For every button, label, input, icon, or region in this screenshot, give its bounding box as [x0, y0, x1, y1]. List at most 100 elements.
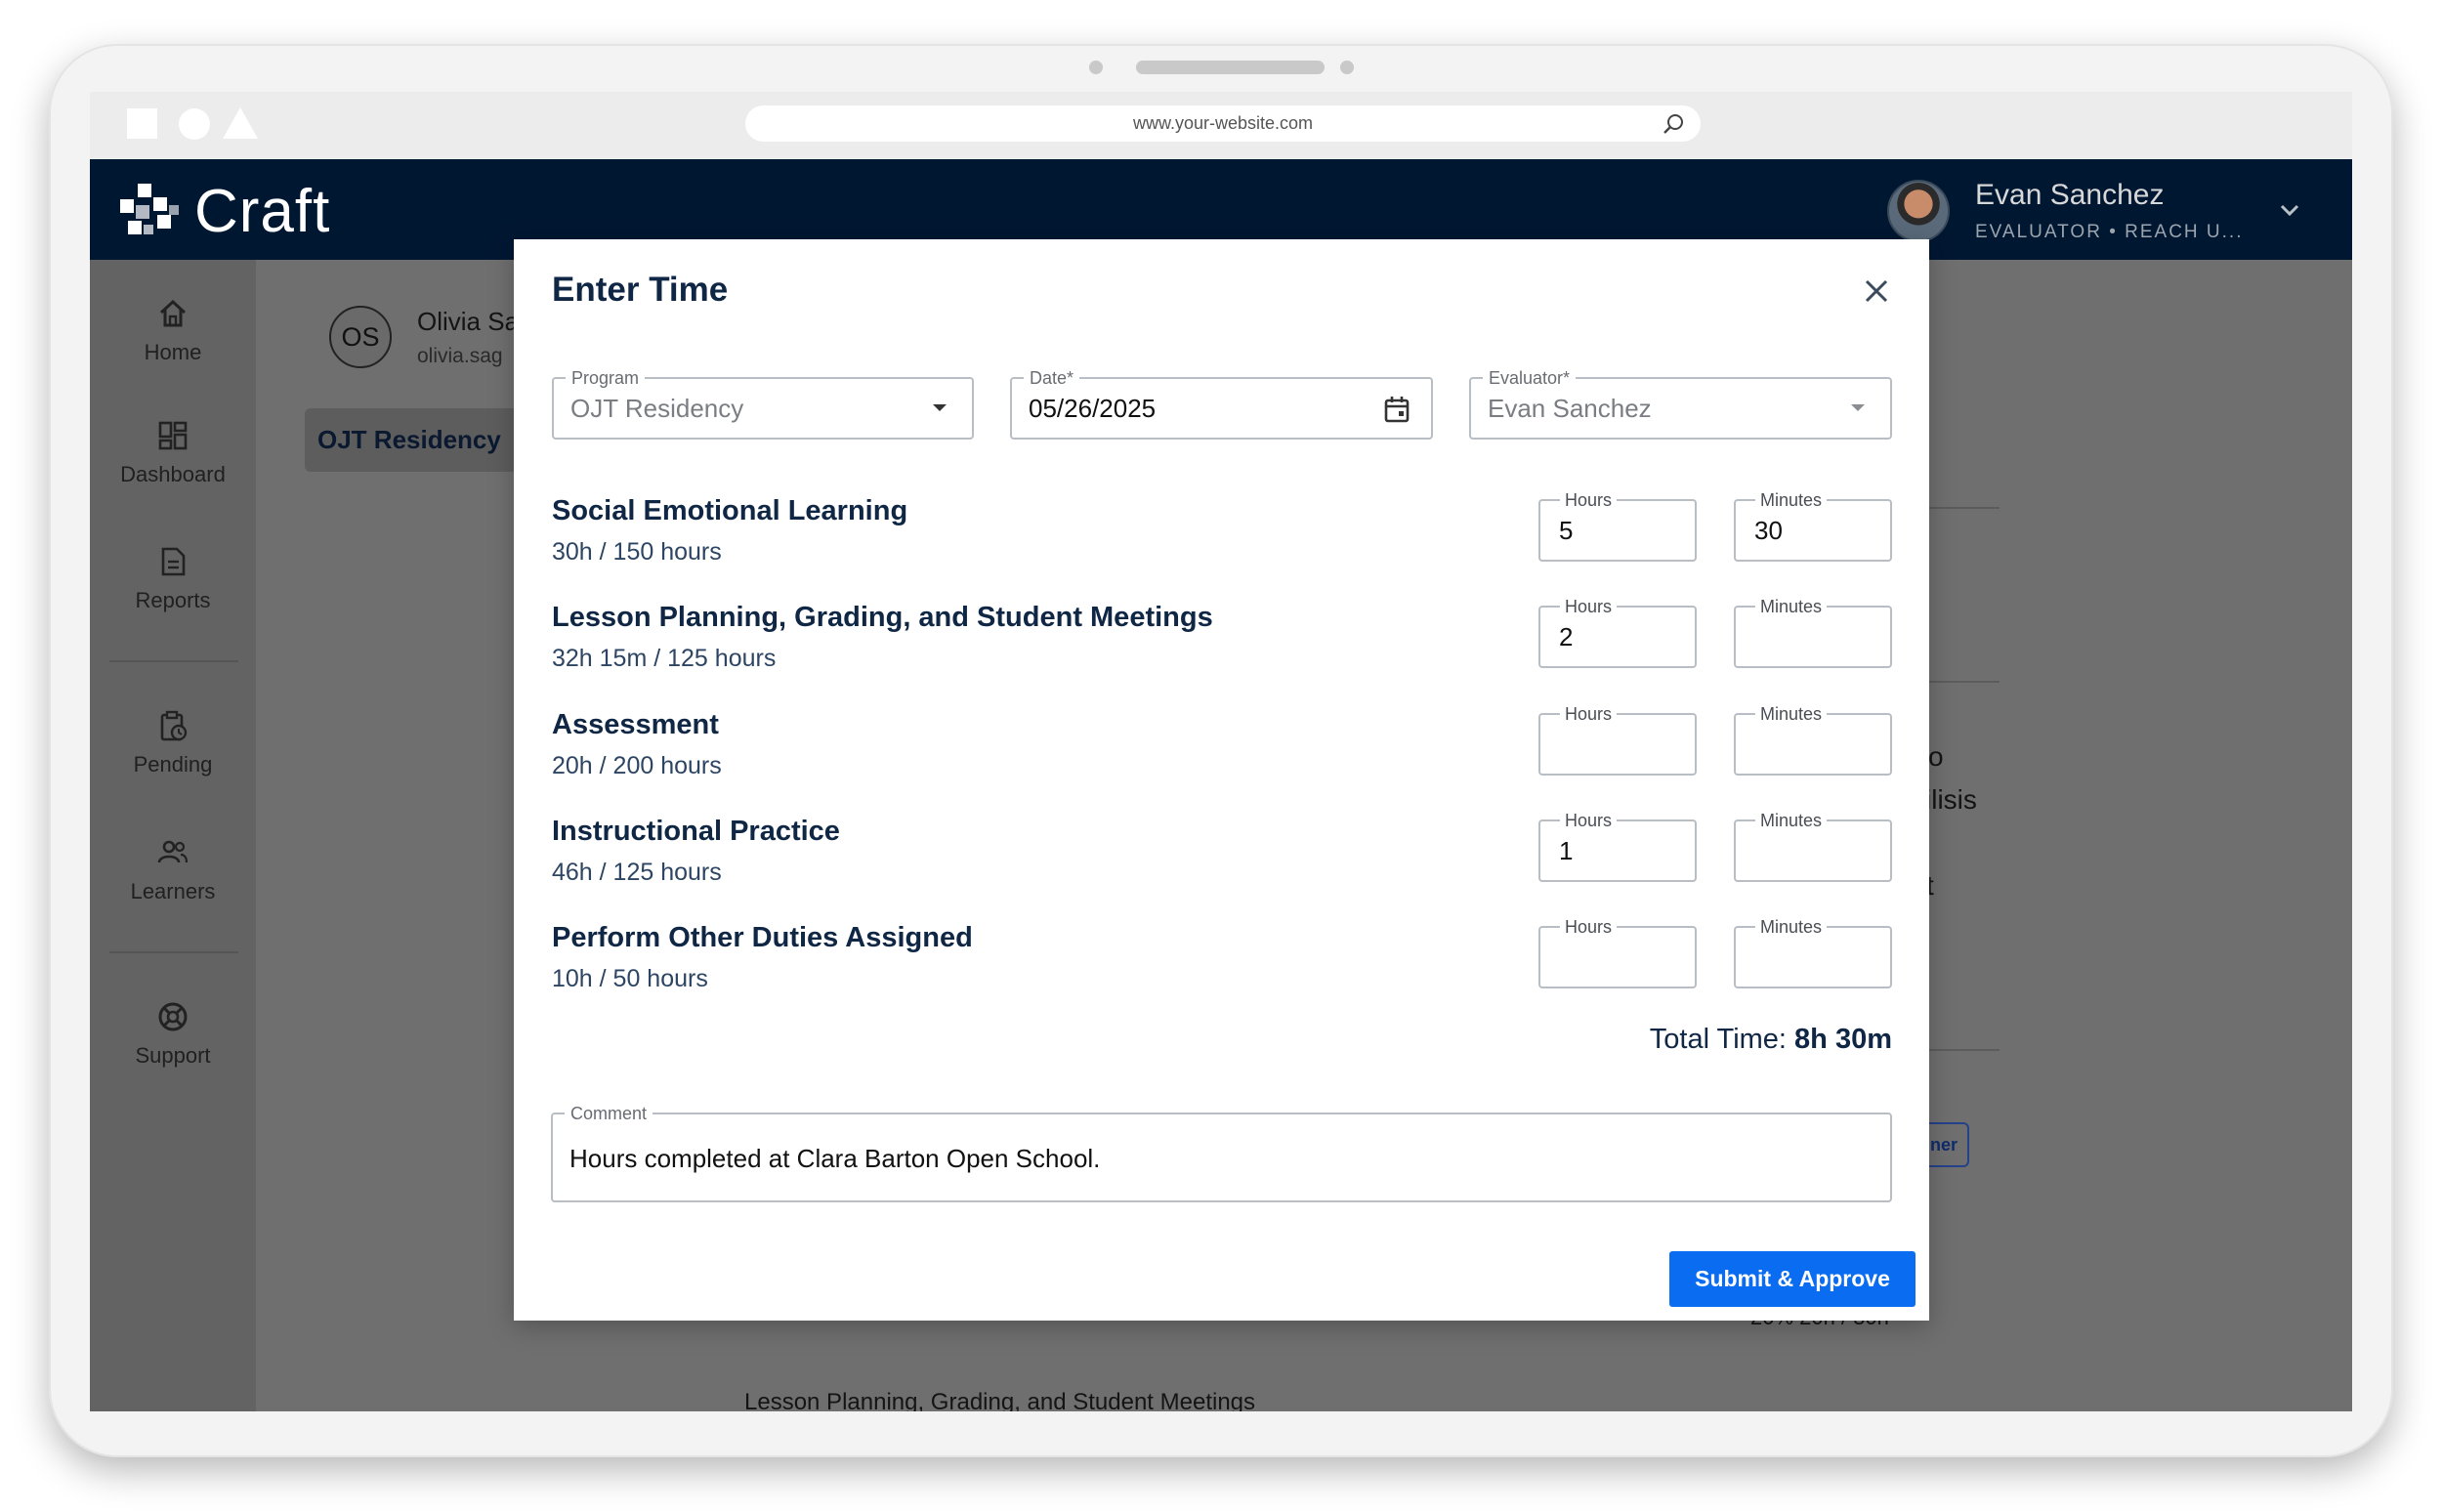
chevron-down-icon[interactable] — [2278, 198, 2301, 222]
date-label: Date* — [1024, 367, 1080, 389]
window-triangle-icon — [223, 107, 258, 139]
sidebar-item-label: Dashboard — [120, 462, 226, 486]
sidebar-item-label: Pending — [133, 752, 213, 777]
window-square-icon — [127, 108, 157, 139]
user-role: EVALUATOR • REACH U... — [1975, 222, 2244, 242]
learner-name: Olivia Sa — [417, 307, 520, 336]
hours-input[interactable]: Hours 1 — [1538, 810, 1697, 882]
hours-value: 5 — [1559, 516, 1574, 545]
camera-dot — [1089, 61, 1103, 74]
speaker-grille — [1136, 61, 1325, 74]
address-bar[interactable]: www.your-website.com — [745, 105, 1701, 142]
craft-logo[interactable]: Craft — [114, 177, 330, 246]
category-progress: 20h / 200 hours — [552, 752, 722, 779]
dialog-title: Enter Time — [552, 271, 729, 309]
submit-approve-button[interactable]: Submit & Approve — [1669, 1251, 1916, 1307]
minutes-input[interactable]: Minutes — [1734, 916, 1892, 988]
sidebar-divider — [109, 951, 238, 953]
minutes-input[interactable]: Minutes — [1734, 703, 1892, 776]
learner-email: olivia.sag — [417, 345, 503, 367]
total-time-label: Total Time: — [1649, 1024, 1787, 1055]
minutes-input[interactable]: Minutes — [1734, 810, 1892, 882]
hours-input[interactable]: Hours 5 — [1538, 489, 1697, 562]
date-field[interactable]: Date* 05/26/2025 — [1010, 367, 1433, 440]
divider — [1926, 1049, 2000, 1051]
enter-time-dialog: Enter Time Program OJT Residency Date* 0… — [514, 239, 1929, 1321]
sidebar-item-pending[interactable]: Pending — [90, 709, 256, 777]
hours-value: 2 — [1559, 622, 1574, 651]
category-title: Assessment — [552, 709, 719, 740]
date-value: 05/26/2025 — [1029, 394, 1157, 423]
category-progress: 46h / 125 hours — [552, 859, 722, 886]
dropdown-arrow-icon — [933, 404, 947, 411]
program-tab[interactable]: OJT Residency — [305, 408, 539, 472]
sidebar-item-learners[interactable]: Learners — [90, 836, 256, 904]
minutes-value: 30 — [1754, 516, 1783, 545]
hours-label: Hours — [1560, 810, 1618, 831]
sidebar-item-label: Home — [144, 340, 202, 364]
sidebar-item-reports[interactable]: Reports — [90, 545, 256, 613]
search-icon[interactable] — [1662, 112, 1685, 136]
calendar-icon[interactable] — [1382, 395, 1411, 424]
sidebar-item-support[interactable]: Support — [90, 1000, 256, 1069]
user-name: Evan Sanchez — [1975, 179, 2165, 211]
program-value: OJT Residency — [570, 394, 744, 423]
hours-label: Hours — [1560, 596, 1618, 617]
learner-avatar: OS — [329, 306, 392, 368]
url-text: www.your-website.com — [1132, 113, 1314, 133]
minutes-label: Minutes — [1755, 596, 1828, 617]
user-avatar — [1887, 180, 1950, 242]
evaluator-label: Evaluator* — [1483, 367, 1577, 389]
window-circle-icon — [179, 108, 210, 140]
dropdown-arrow-icon — [1851, 404, 1865, 411]
total-time: Total Time: 8h 30m — [1650, 1024, 1892, 1056]
craft-logo-icon — [120, 183, 179, 234]
category-title: Instructional Practice — [552, 816, 840, 847]
home-icon — [159, 299, 187, 327]
sidebar-item-label: Reports — [135, 588, 211, 612]
sidebar-item-label: Support — [135, 1043, 211, 1068]
hours-label: Hours — [1560, 489, 1618, 511]
minutes-label: Minutes — [1755, 916, 1828, 938]
category-title: Lesson Planning, Grading, and Student Me… — [552, 602, 1213, 633]
category-title: Social Emotional Learning — [552, 495, 908, 526]
sidebar-item-dashboard[interactable]: Dashboard — [90, 419, 256, 487]
sidebar-divider — [109, 660, 238, 662]
minutes-input[interactable]: Minutes 30 — [1734, 489, 1892, 562]
sidebar-item-home[interactable]: Home — [90, 297, 256, 365]
hours-label: Hours — [1560, 703, 1618, 725]
sensor-dot — [1340, 61, 1354, 74]
comment-field[interactable]: Comment Hours completed at Clara Barton … — [551, 1103, 1892, 1202]
browser-toolbar: www.your-website.com — [90, 92, 2352, 159]
reports-icon — [161, 547, 186, 576]
hours-input[interactable]: Hours — [1538, 916, 1697, 988]
sidebar: Home Dashboard Reports Pending Learners … — [90, 260, 256, 1411]
background-category: Lesson Planning, Grading, and Student Me… — [744, 1389, 1256, 1411]
category-progress: 30h / 150 hours — [552, 538, 722, 566]
program-select[interactable]: Program OJT Residency — [552, 367, 974, 440]
category-title: Perform Other Duties Assigned — [552, 922, 973, 953]
hours-input[interactable]: Hours — [1538, 703, 1697, 776]
minutes-input[interactable]: Minutes — [1734, 596, 1892, 668]
hours-value: 1 — [1559, 836, 1574, 865]
learners-icon — [157, 840, 189, 863]
background-text-fragment: o — [1928, 741, 1944, 772]
minutes-label: Minutes — [1755, 810, 1828, 831]
divider — [1926, 507, 2000, 509]
user-menu[interactable]: Evan Sanchez EVALUATOR • REACH U... — [1887, 179, 2243, 243]
app-name: Craft — [194, 178, 331, 245]
background-text-fragment: ilisis — [1925, 784, 1977, 815]
evaluator-value: Evan Sanchez — [1488, 394, 1652, 423]
close-icon[interactable] — [1860, 274, 1893, 308]
dashboard-icon — [158, 421, 188, 450]
evaluator-select[interactable]: Evaluator* Evan Sanchez — [1469, 367, 1892, 440]
program-label: Program — [566, 367, 646, 389]
hours-label: Hours — [1560, 916, 1618, 938]
hours-input[interactable]: Hours 2 — [1538, 596, 1697, 668]
minutes-label: Minutes — [1755, 489, 1828, 511]
total-time-value: 8h 30m — [1794, 1024, 1892, 1055]
comment-value: Hours completed at Clara Barton Open Sch… — [569, 1144, 1101, 1173]
category-progress: 10h / 50 hours — [552, 965, 708, 992]
comment-label: Comment — [565, 1103, 653, 1124]
divider — [1926, 681, 2000, 683]
